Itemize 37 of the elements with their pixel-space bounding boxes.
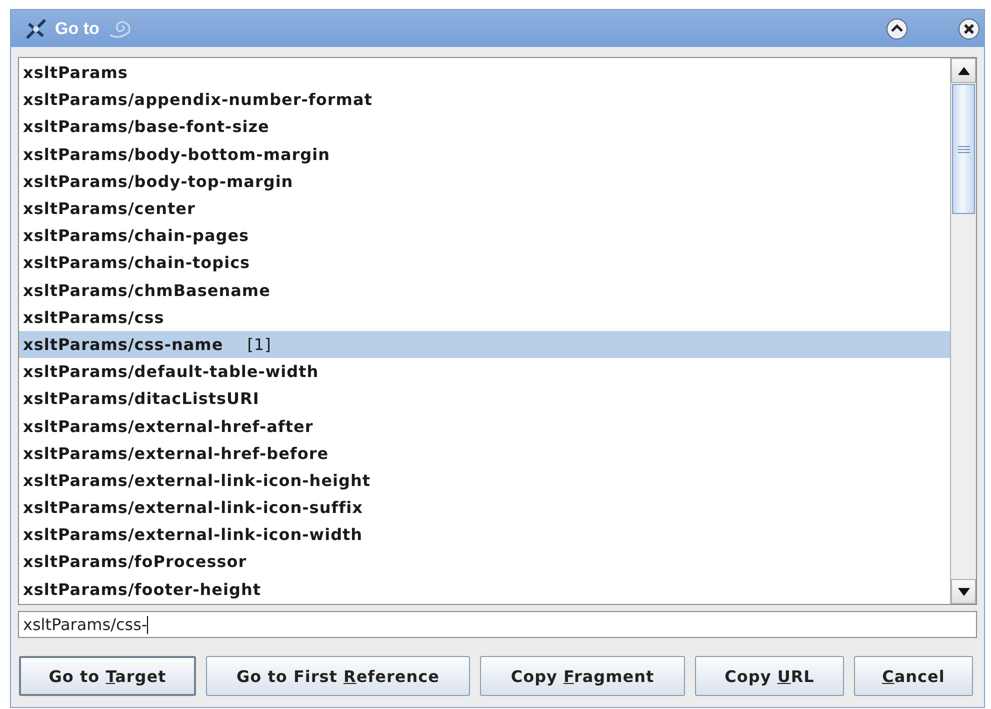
list-item[interactable]: xsltParams/ditacListsURI <box>19 385 950 412</box>
scrollbar[interactable] <box>950 58 976 604</box>
list-item[interactable]: xsltParams/chain-topics <box>19 249 950 276</box>
dialog-button[interactable]: Cancel <box>854 656 973 696</box>
list-item[interactable]: xsltParams <box>19 59 950 86</box>
list-item[interactable]: xsltParams/external-href-before <box>19 440 950 467</box>
list-item[interactable]: xsltParams/base-font-size <box>19 113 950 141</box>
list-item[interactable]: xsltParams/external-link-icon-suffix <box>19 494 950 522</box>
list-item[interactable]: xsltParams/center <box>19 194 950 222</box>
list-item[interactable]: xsltParams/default-table-width <box>19 358 950 386</box>
list-item[interactable]: xsltParams/appendix-number-format <box>19 86 950 114</box>
down-arrow-icon <box>958 588 970 596</box>
dialog-button[interactable]: Copy Fragment <box>480 656 685 696</box>
list-item[interactable]: xsltParams/footer-height <box>19 576 950 603</box>
list-item[interactable]: xsltParams/external-href-after <box>19 412 950 440</box>
shade-button[interactable] <box>886 18 908 40</box>
list-item[interactable]: xsltParams/chain-pages <box>19 222 950 250</box>
close-button[interactable] <box>958 18 980 40</box>
window-title: Go to <box>55 18 100 38</box>
list-item[interactable]: xsltParams/foProcessor <box>19 548 950 576</box>
grip-icon <box>958 146 970 152</box>
list-item[interactable]: xsltParams/body-top-margin <box>19 168 950 195</box>
app-icon <box>25 18 47 40</box>
scroll-up-button[interactable] <box>951 58 976 83</box>
list-item[interactable]: xsltParams/css-name [1] <box>19 330 950 358</box>
list-item[interactable]: xsltParams/chmBasename <box>19 276 950 304</box>
list-item[interactable]: xsltParams/external-link-icon-width <box>19 521 950 548</box>
scroll-down-button[interactable] <box>951 579 976 604</box>
list-item[interactable]: xsltParams/css <box>19 304 950 331</box>
search-field[interactable]: xsltParams/css- <box>18 611 977 638</box>
up-arrow-icon <box>958 66 970 74</box>
scrollbar-thumb[interactable] <box>952 84 975 214</box>
dialog-button[interactable]: Go to Target <box>19 656 196 696</box>
dialog-button[interactable]: Copy URL <box>695 656 844 696</box>
dialog-button[interactable]: Go to First Reference <box>206 656 470 696</box>
list-item[interactable]: xsltParams/body-bottom-margin <box>19 140 950 168</box>
list-item[interactable]: xsltParams/external-link-icon-height <box>19 466 950 494</box>
